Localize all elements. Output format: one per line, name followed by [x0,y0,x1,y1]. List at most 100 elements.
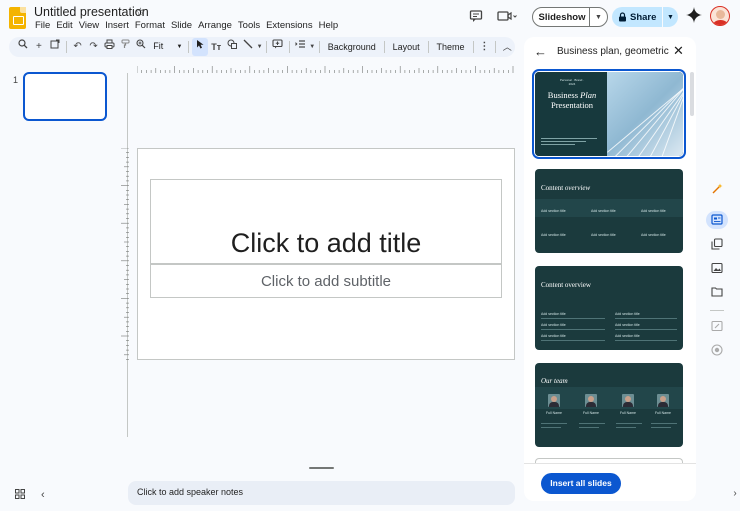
template-item: Add section title [641,209,666,213]
insert-list-icon[interactable] [293,38,309,56]
search-menus-icon[interactable] [15,38,31,56]
comments-icon[interactable] [469,9,483,25]
back-arrow-icon[interactable]: ← [534,44,547,59]
app-header: Untitled presentation ☆ File Edit View I… [0,0,740,36]
close-icon[interactable]: ✕ [673,43,684,59]
subtitle-placeholder[interactable]: Click to add subtitle [150,264,502,298]
templates-panel: ← Business plan, geometric ✕ Personal · … [524,37,696,501]
share-button[interactable]: Share ▼ [612,7,678,27]
template-content-overview-list[interactable]: Content overview Add section title Add s… [535,266,683,350]
slide-thumbnail[interactable] [23,72,107,121]
line-dropdown-icon[interactable]: ▼ [256,38,263,56]
team-photo [548,394,560,407]
gemini-sparkle-icon[interactable] [686,7,702,25]
grid-view-icon[interactable] [15,489,25,502]
expand-side-panel-icon[interactable]: › [727,488,740,499]
rail-divider [710,310,724,311]
paint-format-icon[interactable] [117,38,133,56]
title-placeholder[interactable]: Click to add title [150,179,502,264]
share-dropdown-icon[interactable]: ▼ [663,14,678,21]
video-call-icon[interactable] [497,9,517,25]
panel-scrollbar[interactable] [690,72,694,116]
zoom-value: Fit [153,41,164,51]
slideshow-button[interactable]: Slideshow ▼ [532,7,608,27]
print-icon[interactable] [102,38,118,56]
template-item: Add section title [591,233,616,237]
user-avatar[interactable] [710,6,730,26]
notes-resize-handle[interactable] [309,467,334,469]
layout-button[interactable]: Layout [388,42,425,52]
new-slide-dropdown-icon[interactable] [47,38,63,56]
main-toolbar: + ↶ ↷ Fit ▼ Tт ▼ ▼ Background Layout The… [9,37,515,57]
templates-icon[interactable] [709,214,725,228]
menu-view[interactable]: View [77,20,103,31]
template-building-image [607,72,683,156]
insert-all-slides-button[interactable]: Insert all slides [541,473,621,494]
team-photo [622,394,634,407]
menu-extensions[interactable]: Extensions [264,20,316,31]
template-heading-em: overview [564,184,591,192]
insert-list-dropdown-icon[interactable]: ▼ [309,38,316,56]
slides-logo-icon[interactable] [9,7,26,29]
star-icon[interactable]: ☆ [135,5,146,19]
collapse-toolbar-icon[interactable]: ︿ [499,38,515,56]
template-rule [615,329,677,330]
folder-icon[interactable] [709,286,725,300]
redo-icon[interactable]: ↷ [86,38,102,56]
menu-bar: File Edit View Insert Format Slide Arran… [33,20,342,31]
team-name: Full Name [655,411,671,415]
edit-image-icon[interactable] [709,320,725,335]
theme-button[interactable]: Theme [432,42,470,52]
line-icon[interactable] [240,38,256,56]
menu-format[interactable]: Format [133,20,169,31]
menu-file[interactable]: File [33,20,54,31]
menu-help[interactable]: Help [317,20,343,31]
collapse-filmstrip-icon[interactable]: ‹ [41,489,45,501]
template-small-caption: Personal · Brand · 2024 [559,78,585,86]
template-heading: Our team [541,377,568,385]
record-icon[interactable] [709,344,725,359]
undo-icon[interactable]: ↶ [70,38,86,56]
toolbar-divider [188,41,190,53]
template-heading: Content overview [541,184,590,192]
toolbar-divider [427,41,429,53]
template-title-text: Business Plan Presentation [542,90,602,110]
template-item: Add section title [541,312,566,316]
template-heading: Content overview [541,281,591,289]
template-our-team[interactable]: Our team Full Name Full Name Full Name F… [535,363,683,447]
copy-layers-icon[interactable] [709,238,725,253]
menu-tools[interactable]: Tools [236,20,264,31]
team-name: Full Name [583,411,599,415]
menu-insert[interactable]: Insert [103,20,133,31]
panel-footer: Insert all slides [524,463,696,501]
speaker-notes[interactable]: Click to add speaker notes [128,481,515,505]
zoom-select[interactable]: Fit ▼ [149,41,185,53]
select-cursor-icon[interactable] [192,38,209,56]
magic-wand-icon[interactable] [709,183,725,198]
new-slide-icon[interactable]: + [31,38,47,56]
template-title-em: Plan [580,90,597,100]
share-label-wrap: Share [612,12,662,23]
template-rule [651,423,677,424]
image-add-icon[interactable] [709,262,725,277]
template-title-line2: Presentation [550,100,594,110]
template-title-slide[interactable]: Personal · Brand · 2024 Business Plan Pr… [532,69,686,159]
zoom-dropdown-icon: ▼ [176,44,183,50]
template-heading-text: Content [541,184,564,192]
template-content-overview-grid[interactable]: Content overview Add section title Add s… [535,169,683,253]
text-box-icon[interactable]: Tт [208,38,224,56]
menu-arrange[interactable]: Arrange [196,20,236,31]
add-comment-icon[interactable] [270,38,286,56]
panel-title: Business plan, geometric [557,46,669,57]
more-options-icon[interactable]: ⋮ [476,38,492,56]
slideshow-dropdown-icon[interactable]: ▼ [590,14,607,21]
shape-icon[interactable] [224,38,240,56]
template-item: Add section title [615,323,640,327]
menu-slide[interactable]: Slide [169,20,196,31]
toolbar-divider [65,41,67,53]
background-button[interactable]: Background [323,42,381,52]
template-item: Add section title [615,312,640,316]
menu-edit[interactable]: Edit [54,20,76,31]
zoom-icon[interactable] [133,38,149,56]
document-title[interactable]: Untitled presentation [34,5,149,19]
